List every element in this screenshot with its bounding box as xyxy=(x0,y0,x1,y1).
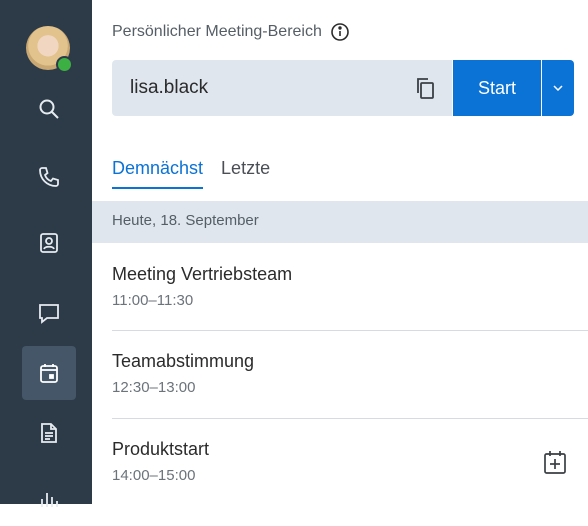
chat-icon xyxy=(39,304,59,324)
phone-icon xyxy=(39,167,59,187)
sidebar-item-analytics[interactable] xyxy=(22,472,76,526)
start-button[interactable]: Start xyxy=(453,60,541,116)
sidebar-item-calls[interactable] xyxy=(22,150,76,204)
day-header: Heute, 18. September xyxy=(92,201,588,243)
add-to-calendar-button[interactable] xyxy=(540,447,570,477)
sidebar-item-documents[interactable] xyxy=(22,406,76,460)
calendar-icon xyxy=(40,364,58,383)
meeting-tabs: Demnächst Letzte xyxy=(112,158,270,189)
tab-upcoming[interactable]: Demnächst xyxy=(112,158,204,189)
pmr-heading: Persönlicher Meeting-Bereich xyxy=(112,22,350,42)
search-icon xyxy=(39,99,59,119)
meeting-time: 14:00–15:00 xyxy=(112,467,196,484)
pmr-title: Persönlicher Meeting-Bereich xyxy=(112,23,322,40)
contacts-icon xyxy=(40,233,58,253)
start-options-button[interactable] xyxy=(542,60,574,116)
document-icon xyxy=(41,423,57,443)
presence-status-icon xyxy=(56,56,73,73)
list-item[interactable]: Produktstart 14:00–15:00 xyxy=(92,419,588,505)
analytics-icon xyxy=(41,493,58,507)
meeting-title: Teamabstimmung xyxy=(112,351,255,371)
copy-icon xyxy=(417,78,434,99)
meeting-title: Meeting Vertriebsteam xyxy=(112,264,293,284)
sidebar-item-calendar[interactable] xyxy=(22,346,76,400)
list-item[interactable]: Teamabstimmung 12:30–13:00 xyxy=(92,331,588,417)
meeting-title: Produktstart xyxy=(112,439,210,459)
main-panel: Persönlicher Meeting-Bereich lisa.black … xyxy=(92,0,588,504)
calendar-add-icon xyxy=(544,451,566,474)
info-icon[interactable] xyxy=(330,22,350,42)
pmr-bar: lisa.black xyxy=(112,60,452,116)
list-item[interactable]: Meeting Vertriebsteam 11:00–11:30 xyxy=(92,244,588,330)
sidebar-item-contacts[interactable] xyxy=(22,216,76,270)
meeting-time: 11:00–11:30 xyxy=(112,292,194,309)
sidebar-item-search[interactable] xyxy=(22,82,76,136)
sidebar xyxy=(0,0,92,507)
pmr-name: lisa.black xyxy=(130,77,209,98)
meeting-time: 12:30–13:00 xyxy=(112,379,196,396)
sidebar-item-chat[interactable] xyxy=(22,286,76,340)
chevron-down-icon xyxy=(553,85,563,91)
copy-button[interactable] xyxy=(412,75,438,101)
tab-recent[interactable]: Letzte xyxy=(221,158,270,189)
